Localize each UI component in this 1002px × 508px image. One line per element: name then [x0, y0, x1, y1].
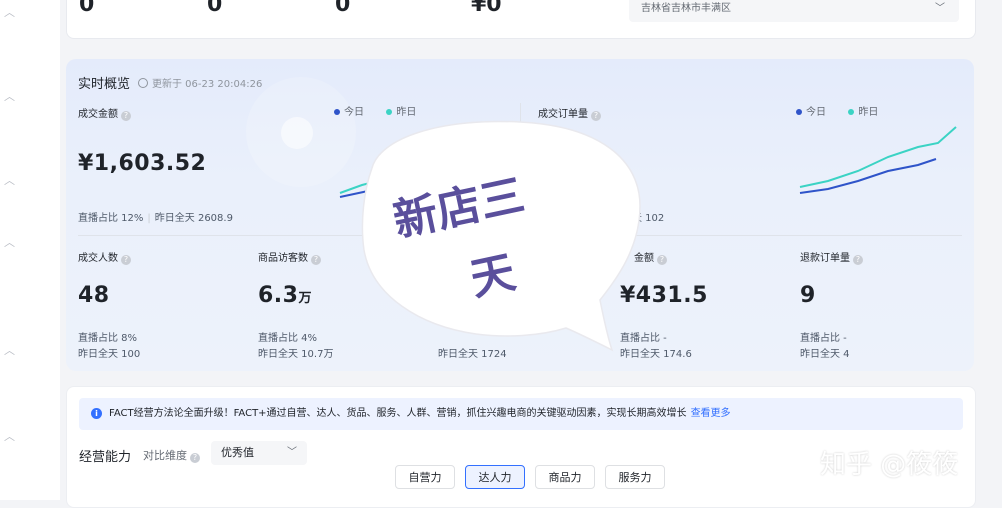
- metric-sub: 直播占比 -: [800, 333, 847, 344]
- chevron-up-icon[interactable]: ︿: [4, 91, 15, 102]
- orders-sub: 天 102: [632, 213, 665, 224]
- section-title: 经营能力: [79, 450, 132, 465]
- orders-sparkline: [799, 126, 957, 194]
- help-icon[interactable]: ?: [190, 453, 200, 463]
- chevron-up-icon[interactable]: ︿: [4, 237, 15, 248]
- series-yesterday-line: [799, 126, 957, 188]
- metric-sub: 昨日全天 4: [800, 349, 850, 360]
- chevron-up-icon[interactable]: ︿: [4, 431, 15, 442]
- divider: [78, 235, 962, 236]
- metric-label: 成交人数?: [78, 249, 131, 265]
- help-icon[interactable]: ?: [121, 255, 131, 265]
- legend-dot-yesterday: [386, 109, 393, 115]
- metric-sub: 直播占比 8%: [78, 333, 138, 344]
- info-icon: i: [91, 408, 102, 419]
- tab-influencer[interactable]: 达人力: [465, 465, 525, 489]
- see-more-link[interactable]: 查看更多: [691, 408, 731, 419]
- orders-label: 成交订单量?: [538, 105, 601, 121]
- metric-value: 9: [800, 283, 816, 308]
- region-select[interactable]: 吉林省吉林市丰满区 ﹀: [629, 0, 959, 22]
- metric-sub: 昨日全天 100: [78, 349, 141, 360]
- compare-select[interactable]: 优秀值 ﹀: [211, 441, 307, 465]
- notice-banner: i FACT经营方法论全面升级！FACT+通过自营、达人、货品、服务、人群、营销…: [79, 398, 963, 430]
- metric-label: 退款订单量?: [800, 249, 863, 265]
- chart-legend: 今日 昨日: [334, 103, 416, 118]
- summary-value: 0: [335, 0, 351, 17]
- help-icon[interactable]: ?: [853, 255, 863, 265]
- help-icon[interactable]: ?: [657, 255, 667, 265]
- metric-label: 金额?: [634, 249, 667, 265]
- tab-self-operated[interactable]: 自营力: [395, 465, 455, 489]
- legend-dot-today: [334, 109, 340, 115]
- metric-sub: 直播占比 -: [620, 333, 667, 344]
- metric-sub: 昨日全天 10.7万: [258, 349, 334, 360]
- help-icon[interactable]: ?: [591, 111, 601, 121]
- chevron-up-icon[interactable]: ︿: [4, 7, 15, 18]
- clock-icon: [138, 78, 148, 88]
- series-today-line: [799, 158, 937, 194]
- metric-value: 6.3万: [258, 283, 312, 308]
- legend-dot-yesterday: [848, 109, 855, 115]
- summary-value: 0: [79, 0, 95, 17]
- gmv-value: ¥1,603.52: [78, 151, 207, 176]
- metric-sub: 直播占比 4%: [258, 333, 318, 344]
- left-rail: ︿ ︿ ︿ ︿ ︿ ︿: [0, 0, 60, 500]
- summary-card: 0 0 0 ¥0 吉林省吉林市丰满区 ﹀: [66, 0, 976, 39]
- chevron-up-icon[interactable]: ︿: [4, 175, 15, 186]
- metric-value: ¥431.5: [620, 283, 708, 308]
- tab-product[interactable]: 商品力: [535, 465, 595, 489]
- summary-value: 0: [207, 0, 223, 17]
- section-title: 实时概览: [78, 77, 131, 92]
- help-icon[interactable]: ?: [121, 111, 131, 121]
- gmv-label: 成交金额?: [78, 105, 131, 121]
- help-icon[interactable]: ?: [311, 255, 321, 265]
- compare-label: 对比维度?: [143, 447, 200, 463]
- update-time: 更新于 06-23 20:04:26: [138, 75, 262, 90]
- region-value: 吉林省吉林市丰满区: [641, 3, 731, 14]
- chevron-down-icon: ﹀: [935, 3, 945, 14]
- chevron-up-icon[interactable]: ︿: [4, 345, 15, 356]
- summary-value: ¥0: [471, 0, 502, 17]
- metric-label: 商品访客数?: [258, 249, 321, 265]
- chevron-down-icon: ﹀: [287, 447, 297, 458]
- tab-service[interactable]: 服务力: [605, 465, 665, 489]
- metric-sub: 昨日全天 1724: [438, 349, 507, 360]
- gmv-sub: 直播占比 12% | 昨日全天 2608.9: [78, 213, 233, 224]
- watermark: 知乎 @筱筱: [820, 450, 959, 480]
- legend-dot-today: [796, 109, 802, 115]
- metric-value: 48: [78, 283, 110, 308]
- chart-legend: 今日 昨日: [796, 103, 878, 118]
- decorative-circle: [281, 117, 313, 149]
- metric-sub: 昨日全天 174.6: [620, 349, 692, 360]
